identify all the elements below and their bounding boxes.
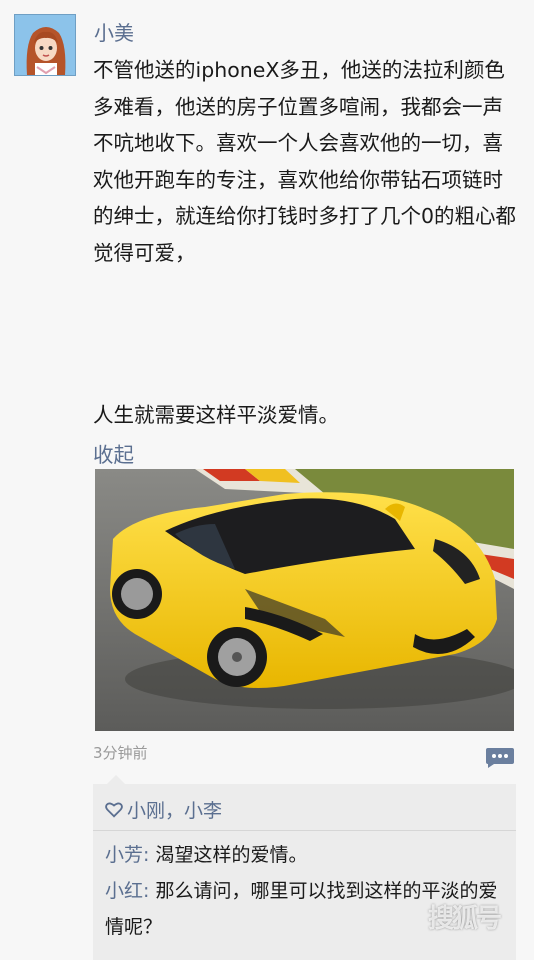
post-time: 3分钟前 [93, 744, 148, 762]
comment-item[interactable]: 小芳: 渴望这样的爱情。 [105, 837, 510, 873]
post-text: 不管他送的iphoneX多丑，他送的法拉利颜色多难看，他送的房子位置多喧闹，我都… [93, 58, 517, 265]
post-text-closing: 人生就需要这样平淡爱情。 [93, 403, 339, 427]
post-photo[interactable] [95, 469, 514, 731]
likes-row[interactable]: 小刚，小李 [105, 796, 222, 823]
divider [93, 830, 516, 831]
comment-icon [486, 748, 514, 768]
watermark: 搜狐号 [428, 904, 502, 934]
comment-text: 渴望这样的爱情。 [149, 844, 308, 866]
collapse-link[interactable]: 收起 [93, 438, 134, 468]
likes-names: 小刚，小李 [127, 800, 223, 822]
heart-icon [105, 802, 123, 818]
author-name[interactable]: 小美 [94, 17, 134, 46]
comment-button[interactable] [485, 747, 515, 769]
comment-author[interactable]: 小芳: [105, 844, 149, 866]
avatar[interactable] [14, 14, 76, 76]
comment-author[interactable]: 小红: [105, 880, 149, 902]
